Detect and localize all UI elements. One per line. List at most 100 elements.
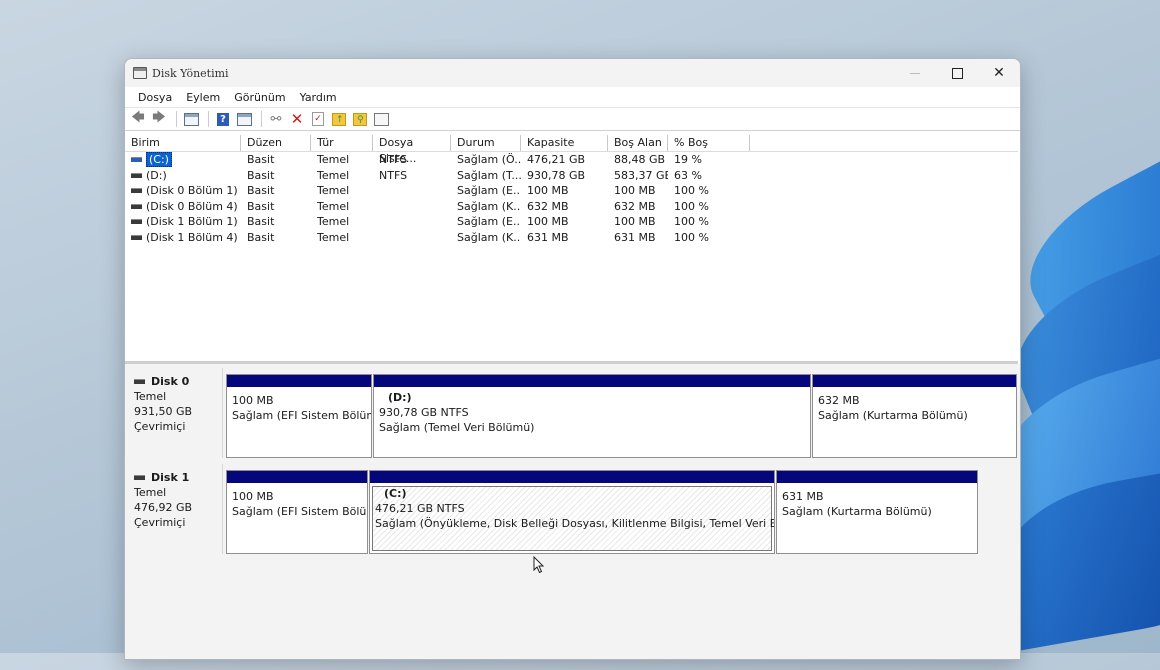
- table-cell: Sağlam (Ö...: [457, 153, 521, 167]
- volume-name-cell: (Disk 1 Bölüm 1): [125, 215, 241, 228]
- partition-info: 632 MB Sağlam (Kurtarma Bölümü): [813, 387, 1016, 423]
- volume-name: (D:): [146, 168, 167, 182]
- table-cell: Sağlam (K...: [457, 199, 521, 213]
- menu-gorunum[interactable]: Görünüm: [227, 91, 292, 104]
- minimize-icon: [910, 72, 920, 74]
- disk-type: Temel: [134, 390, 167, 403]
- column-header-durum[interactable]: Durum: [451, 135, 521, 151]
- column-header-tur[interactable]: Tür: [311, 135, 373, 151]
- menu-yardim[interactable]: Yardım: [293, 91, 344, 104]
- table-cell: Temel: [317, 184, 350, 198]
- console-tree-button[interactable]: [182, 110, 200, 128]
- table-cell: Temel: [317, 168, 350, 182]
- column-header-yuzde-bos[interactable]: % Boş: [668, 135, 750, 151]
- table-cell: 88,48 GB: [614, 153, 666, 167]
- partition-status: Sağlam (EFI Sistem Bölümü): [232, 409, 371, 422]
- column-header-birim[interactable]: Birim: [125, 135, 241, 151]
- table-row[interactable]: (D:) Basit Temel NTFS Sağlam (T... 930,7…: [125, 168, 1018, 184]
- toolbar-separator: [208, 111, 209, 127]
- delete-button[interactable]: ✕: [288, 110, 306, 128]
- check-button[interactable]: ✓: [309, 110, 327, 128]
- partition-info: 100 MB Sağlam (EFI Sistem Bölümü): [227, 387, 371, 423]
- table-cell: Basit: [247, 168, 275, 182]
- back-button[interactable]: 🡄: [129, 110, 147, 128]
- close-icon: ✕: [993, 65, 1005, 81]
- table-cell: 930,78 GB: [527, 168, 586, 182]
- volume-icon: [131, 172, 142, 178]
- partition-name: (C:): [384, 487, 407, 500]
- forward-arrow-icon: 🡆: [152, 110, 166, 125]
- partition-size: 632 MB: [818, 394, 860, 407]
- column-header-duzen[interactable]: Düzen: [241, 135, 311, 151]
- connect-drive-button[interactable]: ⚯: [267, 110, 285, 128]
- partition-bar: [777, 471, 977, 483]
- table-row[interactable]: (C:) Basit Temel NTFS Sağlam (Ö... 476,2…: [125, 152, 1018, 168]
- partition-bar: [374, 375, 810, 387]
- table-cell: Sağlam (E...: [457, 215, 521, 229]
- partition-bar: [227, 471, 367, 483]
- volume-name: (Disk 0 Bölüm 1): [146, 184, 238, 198]
- disk-icon: [134, 475, 145, 480]
- properties-button[interactable]: [372, 110, 390, 128]
- column-header-kapasite[interactable]: Kapasite: [521, 135, 608, 151]
- disk-size: 931,50 GB: [134, 405, 193, 418]
- partition-size: 631 MB: [782, 490, 824, 503]
- new-folder-button[interactable]: ↑: [330, 110, 348, 128]
- partition-recovery[interactable]: 631 MB Sağlam (Kurtarma Bölümü): [776, 470, 978, 554]
- forward-button[interactable]: 🡆: [150, 110, 168, 128]
- mouse-cursor-icon: [533, 556, 545, 574]
- view-icon: [236, 112, 252, 126]
- table-row[interactable]: (Disk 0 Bölüm 1) Basit Temel Sağlam (E..…: [125, 183, 1018, 199]
- table-row[interactable]: (Disk 0 Bölüm 4) Basit Temel Sağlam (K..…: [125, 199, 1018, 215]
- table-cell: Temel: [317, 230, 350, 244]
- table-row[interactable]: (Disk 1 Bölüm 1) Basit Temel Sağlam (E..…: [125, 214, 1018, 230]
- table-cell: Temel: [317, 215, 350, 229]
- volume-icon: [131, 188, 142, 194]
- partition-d[interactable]: (D:) 930,78 GB NTFS Sağlam (Temel Veri B…: [373, 374, 811, 458]
- partition-status: Sağlam (Kurtarma Bölümü): [782, 505, 932, 518]
- menu-eylem[interactable]: Eylem: [179, 91, 227, 104]
- volume-name-cell: (Disk 0 Bölüm 1): [125, 184, 241, 197]
- table-cell: Basit: [247, 153, 275, 167]
- table-cell: 19 %: [674, 153, 702, 167]
- help-button[interactable]: ?: [214, 110, 232, 128]
- table-cell: NTFS: [379, 153, 408, 167]
- disk-size: 476,92 GB: [134, 501, 193, 514]
- view-button[interactable]: [235, 110, 253, 128]
- partition-status: Sağlam (EFI Sistem Bölümü): [232, 505, 367, 518]
- table-cell: 100 %: [674, 215, 709, 229]
- volume-list-header: Birim Düzen Tür Dosya Siste... Durum Kap…: [125, 135, 1018, 165]
- search-folder-button[interactable]: ⚲: [351, 110, 369, 128]
- column-header-bos-alan[interactable]: Boş Alan: [608, 135, 668, 151]
- minimize-button[interactable]: [894, 59, 936, 87]
- table-cell: Basit: [247, 215, 275, 229]
- table-cell: 100 MB: [614, 184, 656, 198]
- menu-dosya[interactable]: Dosya: [131, 91, 179, 104]
- table-cell: Temel: [317, 153, 350, 167]
- volume-icon: [131, 203, 142, 209]
- disk-0-label[interactable]: Disk 0 Temel 931,50 GB Çevrimiçi: [127, 368, 223, 458]
- partition-size: 100 MB: [232, 394, 274, 407]
- partition-c[interactable]: (C:) 476,21 GB NTFS Sağlam (Önyükleme, D…: [369, 470, 775, 554]
- partition-efi[interactable]: 100 MB Sağlam (EFI Sistem Bölümü): [226, 470, 368, 554]
- disk-management-app-icon: [133, 67, 147, 79]
- volume-icon: [131, 234, 142, 240]
- table-row[interactable]: (Disk 1 Bölüm 4) Basit Temel Sağlam (K..…: [125, 230, 1018, 246]
- maximize-button[interactable]: [936, 59, 978, 87]
- disk-1-label[interactable]: Disk 1 Temel 476,92 GB Çevrimiçi: [127, 464, 223, 554]
- maximize-icon: [951, 67, 963, 79]
- disk-1-row: Disk 1 Temel 476,92 GB Çevrimiçi 100 MB …: [125, 462, 983, 554]
- partition-bar: [813, 375, 1016, 387]
- partition-efi[interactable]: 100 MB Sağlam (EFI Sistem Bölümü): [226, 374, 372, 458]
- volume-name: (Disk 1 Bölüm 4): [146, 230, 238, 244]
- table-cell: 100 %: [674, 230, 709, 244]
- close-button[interactable]: ✕: [978, 59, 1020, 87]
- back-arrow-icon: 🡄: [131, 110, 145, 125]
- column-header-dosya-sistemi[interactable]: Dosya Siste...: [373, 135, 451, 165]
- volume-name: (C:): [146, 152, 172, 168]
- table-cell: NTFS: [379, 168, 408, 182]
- title-bar[interactable]: Disk Yönetimi ✕: [125, 59, 1020, 87]
- table-cell: 583,37 GB: [614, 168, 668, 182]
- partition-recovery[interactable]: 632 MB Sağlam (Kurtarma Bölümü): [812, 374, 1017, 458]
- connect-drive-icon: ⚯: [270, 111, 282, 127]
